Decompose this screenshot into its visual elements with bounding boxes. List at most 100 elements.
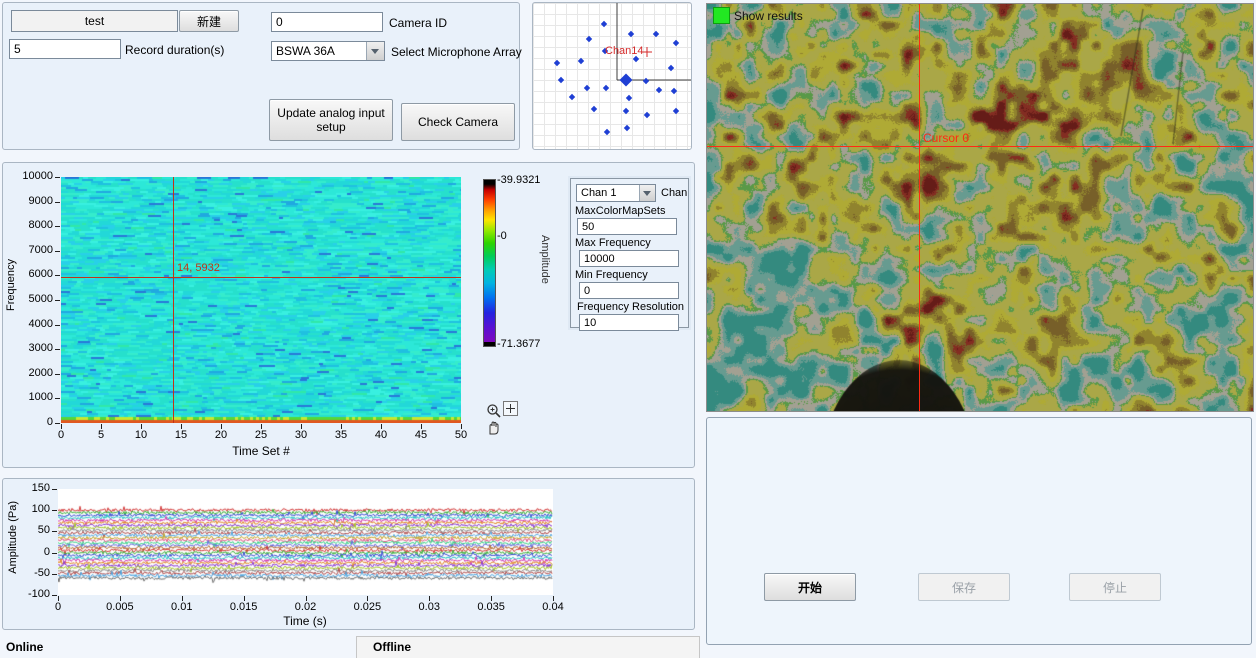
tick-mark	[55, 374, 60, 375]
stop-button[interactable]: 停止	[1069, 573, 1161, 601]
tick-mark	[55, 251, 60, 252]
check-camera-button[interactable]: Check Camera	[401, 103, 515, 141]
tick-label: 25	[246, 429, 276, 441]
array-cursor-label: Chan14	[605, 45, 644, 57]
mic-point	[626, 95, 632, 101]
spectrogram-cursor-label: 14, 5932	[177, 262, 220, 274]
tick-label: 9000	[9, 195, 53, 207]
mic-point	[620, 74, 633, 87]
tick-mark	[306, 596, 307, 601]
mic-point	[604, 129, 610, 135]
max-frequency-label: Max Frequency	[575, 237, 651, 249]
action-panel: 开始 保存 停止	[706, 417, 1252, 645]
min-frequency-input[interactable]	[579, 282, 679, 299]
save-button[interactable]: 保存	[918, 573, 1010, 601]
show-results-checkbox[interactable]	[713, 7, 730, 24]
tick-label: 0.01	[162, 601, 202, 613]
mic-point	[668, 65, 674, 71]
record-duration-input[interactable]	[9, 39, 121, 59]
tick-mark	[55, 349, 60, 350]
tick-mark	[52, 574, 57, 575]
tick-mark	[61, 424, 62, 429]
tick-label: 30	[286, 429, 316, 441]
mic-point	[624, 125, 630, 131]
new-project-button[interactable]: 新建	[179, 10, 239, 32]
tab-online: Online	[6, 640, 43, 654]
tick-label: 45	[406, 429, 436, 441]
colorbar-min-label: -71.3677	[497, 338, 540, 350]
tick-mark	[381, 424, 382, 429]
mic-array-plot[interactable]: Chan14	[532, 2, 692, 150]
tick-label: 10	[126, 429, 156, 441]
tick-mark	[341, 424, 342, 429]
frequency-resolution-input[interactable]	[579, 314, 679, 331]
acoustic-image-canvas[interactable]	[707, 4, 1253, 411]
mic-point	[673, 108, 679, 114]
tick-label: 0.005	[100, 601, 140, 613]
tick-mark	[52, 553, 57, 554]
spectrogram-cursor-hline[interactable]	[61, 277, 461, 278]
tick-label: -50	[16, 567, 50, 579]
mic-point	[584, 85, 590, 91]
tick-mark	[301, 424, 302, 429]
tick-label: 4000	[9, 318, 53, 330]
waveform-canvas[interactable]	[58, 489, 553, 595]
tick-label: 3000	[9, 342, 53, 354]
tick-label: 20	[206, 429, 236, 441]
channel-select[interactable]: Chan 1	[576, 184, 656, 202]
mic-point	[653, 31, 659, 37]
tick-mark	[101, 424, 102, 429]
update-analog-input-button[interactable]: Update analog input setup	[269, 99, 393, 141]
mic-point	[623, 108, 629, 114]
tick-mark	[55, 423, 60, 424]
tick-mark	[55, 177, 60, 178]
tick-mark	[181, 424, 182, 429]
tick-label: 0.04	[533, 601, 573, 613]
start-button[interactable]: 开始	[764, 573, 856, 601]
tick-mark	[58, 596, 59, 601]
tick-label: 40	[366, 429, 396, 441]
spectrogram-canvas[interactable]	[61, 177, 461, 423]
spectrogram-xlabel: Time Set #	[221, 444, 301, 458]
acoustic-image-panel: Show results Cursor 0	[706, 3, 1254, 412]
tick-mark	[55, 398, 60, 399]
tick-label: 0.03	[409, 601, 449, 613]
project-name-input[interactable]	[11, 10, 178, 32]
chevron-down-icon[interactable]	[366, 42, 384, 60]
config-panel: 新建 Record duration(s) Camera ID BSWA 36A…	[2, 2, 520, 150]
camera-id-label: Camera ID	[389, 16, 447, 30]
mic-point	[578, 58, 584, 64]
tick-label: 0	[38, 601, 78, 613]
camera-id-input[interactable]	[271, 12, 383, 32]
tick-mark	[421, 424, 422, 429]
mic-point	[586, 36, 592, 42]
tick-label: 5	[86, 429, 116, 441]
acoustic-camera-app: 新建 Record duration(s) Camera ID BSWA 36A…	[0, 0, 1256, 658]
tick-mark	[52, 531, 57, 532]
mic-array-value: BSWA 36A	[276, 44, 335, 58]
tick-label: 5000	[9, 293, 53, 305]
mic-array-select[interactable]: BSWA 36A	[271, 41, 385, 61]
tick-label: 0	[46, 429, 76, 441]
maxcolormapsets-input[interactable]	[577, 218, 677, 235]
image-cursor-hline[interactable]	[707, 146, 1253, 147]
pan-hand-tool-icon[interactable]	[485, 420, 501, 436]
spectrogram-cursor-vline[interactable]	[173, 177, 174, 423]
mic-point	[671, 88, 677, 94]
min-frequency-label: Min Frequency	[575, 269, 648, 281]
image-cursor-vline[interactable]	[919, 4, 920, 411]
colorbar-mid-label: -0	[497, 230, 507, 242]
mic-point	[673, 40, 679, 46]
zoom-tool-icon[interactable]	[486, 403, 502, 419]
max-frequency-input[interactable]	[579, 250, 679, 267]
tick-mark	[55, 325, 60, 326]
chevron-down-icon[interactable]	[639, 185, 655, 201]
tick-label: 0	[16, 546, 50, 558]
tab-offline[interactable]: Offline	[356, 636, 700, 658]
tick-mark	[244, 596, 245, 601]
image-cursor-label: Cursor 0	[923, 131, 969, 145]
tick-label: 0	[9, 416, 53, 428]
crosshair-tool-icon[interactable]	[503, 401, 518, 416]
tick-mark	[55, 226, 60, 227]
mic-point	[558, 77, 564, 83]
